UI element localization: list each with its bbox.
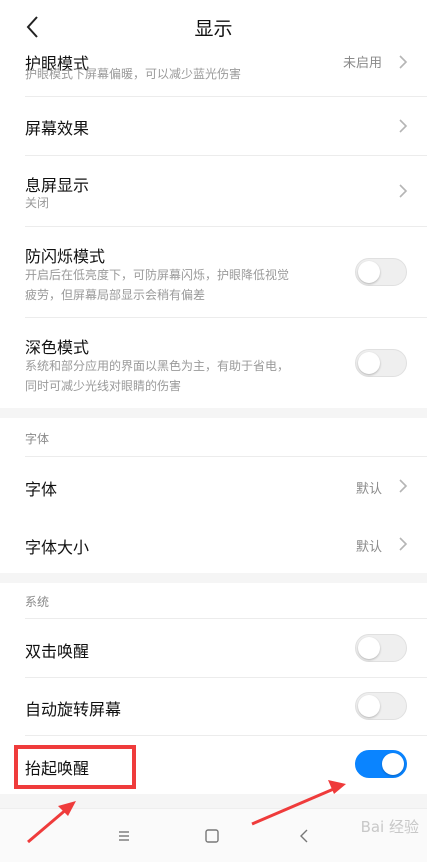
font-title: 字体 [25, 480, 58, 499]
row-screen-effect[interactable]: 屏幕效果 [0, 97, 427, 155]
ambient-subtitle: 关闭 [25, 196, 50, 210]
row-ambient-display[interactable]: 息屏显示 关闭 [0, 156, 427, 226]
lift-wake-toggle[interactable] [355, 750, 407, 778]
flicker-title: 防闪烁模式 [25, 247, 106, 266]
flicker-subtitle-line2: 疲劳，但屏幕局部显示会稍有偏差 [25, 288, 206, 302]
screen-effect-title: 屏幕效果 [25, 119, 90, 138]
chevron-right-icon [399, 479, 408, 493]
row-font-size[interactable]: 字体大小 默认 [0, 515, 427, 573]
eye-care-subtitle: 护眼模式下屏幕偏暖，可以减少蓝光伤害 [25, 67, 242, 81]
row-auto-rotate[interactable]: 自动旋转屏幕 [0, 678, 427, 735]
top-bar: 显示 [0, 0, 427, 52]
toggle-knob [358, 695, 380, 717]
font-value: 默认 [355, 482, 382, 497]
chevron-right-icon [399, 184, 408, 198]
toggle-knob [358, 261, 380, 283]
chevron-right-icon [399, 537, 408, 551]
watermark: Bai 经验 [360, 818, 419, 836]
auto-rotate-toggle[interactable] [355, 692, 407, 720]
annotation-highlight-box [14, 745, 136, 789]
row-anti-flicker[interactable]: 防闪烁模式 开启后在低亮度下，可防屏幕闪烁，护眼降低视觉 疲劳，但屏幕局部显示会… [0, 227, 427, 317]
section-gap [0, 794, 427, 808]
menu-icon[interactable] [113, 825, 135, 847]
dark-subtitle-line2: 同时可减少光线对眼睛的伤害 [25, 379, 182, 393]
flicker-toggle[interactable] [355, 258, 407, 286]
chevron-right-icon [399, 119, 408, 133]
flicker-subtitle-line1: 开启后在低亮度下，可防屏幕闪烁，护眼降低视觉 [25, 268, 290, 282]
row-double-tap-wake[interactable]: 双击唤醒 [0, 619, 427, 677]
font-size-title: 字体大小 [25, 538, 90, 557]
toggle-knob [358, 352, 380, 374]
font-size-value: 默认 [355, 540, 382, 555]
page-title: 显示 [194, 18, 233, 40]
dark-title: 深色模式 [25, 338, 90, 357]
section-gap [0, 408, 427, 418]
chevron-right-icon [399, 55, 408, 69]
square-home-icon[interactable] [201, 825, 223, 847]
section-gap [0, 573, 427, 583]
double-tap-title: 双击唤醒 [25, 642, 90, 661]
row-dark-mode[interactable]: 深色模式 系统和部分应用的界面以黑色为主，有助于省电， 同时可减少光线对眼睛的伤… [0, 318, 427, 408]
dark-toggle[interactable] [355, 349, 407, 377]
row-font[interactable]: 字体 默认 [0, 457, 427, 515]
toggle-knob [382, 753, 404, 775]
double-tap-toggle[interactable] [355, 634, 407, 662]
eye-care-value: 未启用 [342, 56, 382, 71]
toggle-knob [358, 637, 380, 659]
auto-rotate-title: 自动旋转屏幕 [25, 700, 122, 719]
section-label-system: 系统 [25, 595, 50, 609]
triangle-back-icon[interactable] [293, 825, 315, 847]
dark-subtitle-line1: 系统和部分应用的界面以黑色为主，有助于省电， [25, 359, 290, 373]
section-label-font: 字体 [25, 432, 50, 446]
